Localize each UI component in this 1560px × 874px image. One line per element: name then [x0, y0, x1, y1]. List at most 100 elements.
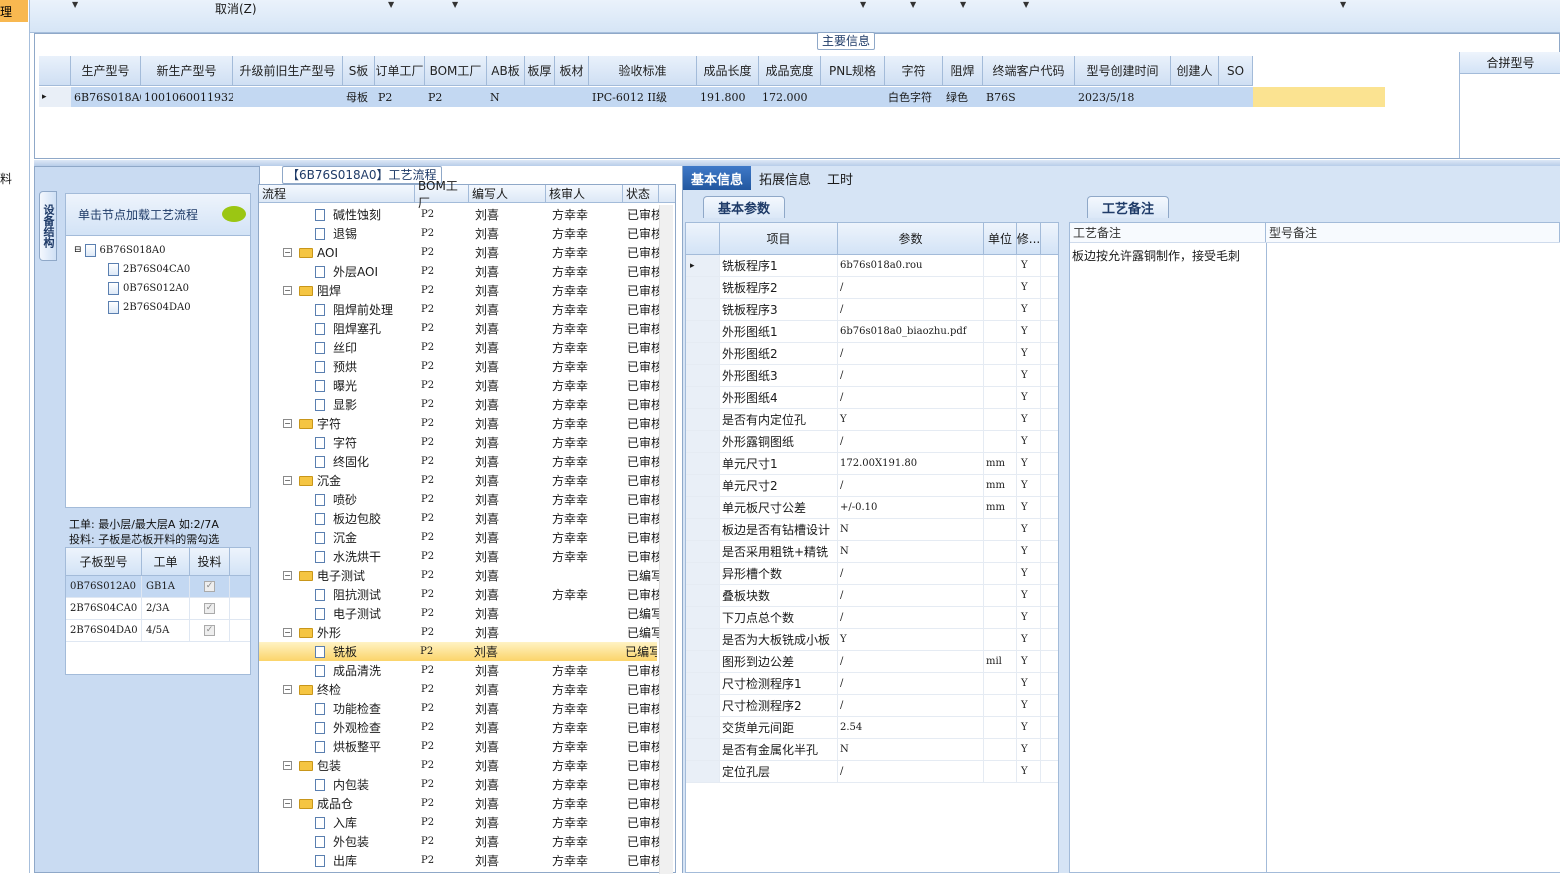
param-modify[interactable]: Y	[1017, 629, 1041, 650]
column-header[interactable]: 工艺备注	[1070, 223, 1266, 242]
process-row[interactable]: 碱性蚀刻 P2 刘喜 方幸幸 已审核	[259, 205, 659, 224]
param-unit[interactable]	[984, 343, 1017, 364]
process-row[interactable]: 入库 P2 刘喜 方幸幸 已审核	[259, 813, 659, 832]
process-row[interactable]: 沉金 P2 刘喜 方幸幸 已审核	[259, 528, 659, 547]
process-row[interactable]: 预烘 P2 刘喜 方幸幸 已审核	[259, 357, 659, 376]
param-unit[interactable]	[984, 739, 1017, 760]
column-header[interactable]: 板厚	[525, 56, 555, 85]
table-row[interactable]: 2B76S04CA0 2/3A ✓	[66, 598, 250, 620]
dropdown-arrow-icon[interactable]: ▼	[1340, 0, 1346, 9]
cell[interactable]: 10010600119329	[141, 87, 233, 107]
table-row[interactable]: 2B76S04DA0 4/5A ✓	[66, 620, 250, 642]
param-value[interactable]: /	[838, 343, 984, 364]
dropdown-arrow-icon[interactable]: ▼	[960, 0, 966, 9]
column-header[interactable]: 型号创建时间	[1075, 56, 1171, 85]
param-value[interactable]: /	[838, 365, 984, 386]
param-modify[interactable]: Y	[1017, 343, 1041, 364]
column-header[interactable]: BOM工厂	[415, 179, 469, 210]
process-row[interactable]: 外包装 P2 刘喜 方幸幸 已审核	[259, 832, 659, 851]
cell[interactable]: N	[487, 87, 525, 107]
cell[interactable]	[1219, 87, 1253, 107]
param-unit[interactable]: mm	[984, 497, 1017, 518]
param-value[interactable]: N	[838, 739, 984, 760]
order-cell[interactable]: 2/3A	[142, 598, 190, 619]
column-header[interactable]: 参数	[838, 223, 984, 254]
process-row[interactable]: − 成品仓 P2 刘喜 方幸幸 已审核	[259, 794, 659, 813]
collapse-icon[interactable]: −	[283, 628, 292, 637]
dropdown-arrow-icon[interactable]: ▼	[860, 0, 866, 9]
param-unit[interactable]	[984, 541, 1017, 562]
param-row[interactable]: 是否有内定位孔 Y Y	[686, 409, 1058, 431]
collapse-icon[interactable]: −	[283, 685, 292, 694]
process-row[interactable]: − 阻焊 P2 刘喜 方幸幸 已审核	[259, 281, 659, 300]
tab-structure[interactable]: 设备结构	[39, 191, 57, 261]
process-row[interactable]: − 终检 P2 刘喜 方幸幸 已审核	[259, 680, 659, 699]
cell[interactable]: 191.800	[697, 87, 759, 107]
param-modify[interactable]: Y	[1017, 607, 1041, 628]
param-modify[interactable]: Y	[1017, 761, 1041, 782]
param-value[interactable]: /	[838, 387, 984, 408]
param-unit[interactable]	[984, 629, 1017, 650]
cell[interactable]: 6B76S018A0	[71, 87, 141, 107]
dropdown-arrow-icon[interactable]: ▼	[910, 0, 916, 9]
param-row[interactable]: 是否有金属化半孔 N Y	[686, 739, 1058, 761]
param-value[interactable]: 6b76s018a0_biaozhu.pdf	[838, 321, 984, 342]
param-row[interactable]: 外形图纸1 6b76s018a0_biaozhu.pdf Y	[686, 321, 1058, 343]
tree-node-root[interactable]: ⊟ 6B76S018A0	[74, 242, 166, 258]
param-unit[interactable]	[984, 277, 1017, 298]
process-row[interactable]: 字符 P2 刘喜 方幸幸 已审核	[259, 433, 659, 452]
param-value[interactable]: /	[838, 761, 984, 782]
param-modify[interactable]: Y	[1017, 497, 1041, 518]
process-row[interactable]: 烘板整平 P2 刘喜 方幸幸 已审核	[259, 737, 659, 756]
param-unit[interactable]	[984, 717, 1017, 738]
column-header[interactable]: 字符	[885, 56, 943, 85]
param-value[interactable]: 2.54	[838, 717, 984, 738]
nav-side-label[interactable]: 料	[0, 170, 12, 187]
process-row[interactable]: 功能检查 P2 刘喜 方幸幸 已审核	[259, 699, 659, 718]
tree-node-child[interactable]: 2B76S04CA0	[108, 261, 190, 277]
process-row[interactable]: 板边包胶 P2 刘喜 方幸幸 已审核	[259, 509, 659, 528]
process-row[interactable]: 阻焊前处理 P2 刘喜 方幸幸 已审核	[259, 300, 659, 319]
order-cell[interactable]: 4/5A	[142, 620, 190, 641]
process-row[interactable]: 出库 P2 刘喜 方幸幸 已审核	[259, 851, 659, 870]
process-row[interactable]: 阻抗测试 P2 刘喜 方幸幸 已审核	[259, 585, 659, 604]
cell[interactable]: 母板	[343, 87, 375, 107]
sub-model-cell[interactable]: 0B76S012A0	[66, 576, 142, 597]
param-modify[interactable]: Y	[1017, 431, 1041, 452]
cell[interactable]: P2	[425, 87, 487, 107]
column-header[interactable]: 阻焊	[943, 56, 983, 85]
param-modify[interactable]: Y	[1017, 695, 1041, 716]
param-unit[interactable]	[984, 255, 1017, 276]
nav-selected-item[interactable]: 理	[0, 0, 28, 22]
row-indicator[interactable]: ▸	[39, 87, 71, 107]
param-value[interactable]: /	[838, 431, 984, 452]
param-row[interactable]: 图形到边公差 / mil Y	[686, 651, 1058, 673]
tree-node-child[interactable]: 2B76S04DA0	[108, 299, 191, 315]
param-row[interactable]: 板边是否有钻槽设计 N Y	[686, 519, 1058, 541]
sub-model-cell[interactable]: 2B76S04DA0	[66, 620, 142, 641]
column-header[interactable]: 新生产型号	[141, 56, 233, 85]
param-row[interactable]: 交货单元间距 2.54 Y	[686, 717, 1058, 739]
cell[interactable]	[555, 87, 589, 107]
param-row[interactable]: 下刀点总个数 / Y	[686, 607, 1058, 629]
sub-model-cell[interactable]: 2B76S04CA0	[66, 598, 142, 619]
param-row[interactable]: 外形露铜图纸 / Y	[686, 431, 1058, 453]
process-remark-text[interactable]: 板边按允许露铜制作，接受毛刺	[1072, 247, 1240, 264]
column-header[interactable]: 订单工厂	[375, 56, 425, 85]
column-header[interactable]: 子板型号	[66, 548, 142, 575]
column-header[interactable]: 单位	[984, 223, 1017, 254]
cell[interactable]	[233, 87, 343, 107]
collapse-icon[interactable]: −	[283, 761, 292, 770]
column-header[interactable]: 成品长度	[697, 56, 759, 85]
process-row[interactable]: 外层AOI P2 刘喜 方幸幸 已审核	[259, 262, 659, 281]
param-value[interactable]: Y	[838, 629, 984, 650]
param-row[interactable]: 单元尺寸2/mm Y	[686, 475, 1058, 497]
param-row[interactable]: 外形图纸4/ Y	[686, 387, 1058, 409]
feed-checkbox[interactable]: ✓	[204, 581, 215, 592]
param-modify[interactable]: Y	[1017, 453, 1041, 474]
column-header[interactable]: SO	[1219, 56, 1253, 85]
param-unit[interactable]	[984, 299, 1017, 320]
process-row[interactable]: − 电子测试 P2 刘喜 已编写	[259, 566, 659, 585]
process-row[interactable]: − AOI P2 刘喜 方幸幸 已审核	[259, 243, 659, 262]
cell[interactable]: 绿色	[943, 87, 983, 107]
